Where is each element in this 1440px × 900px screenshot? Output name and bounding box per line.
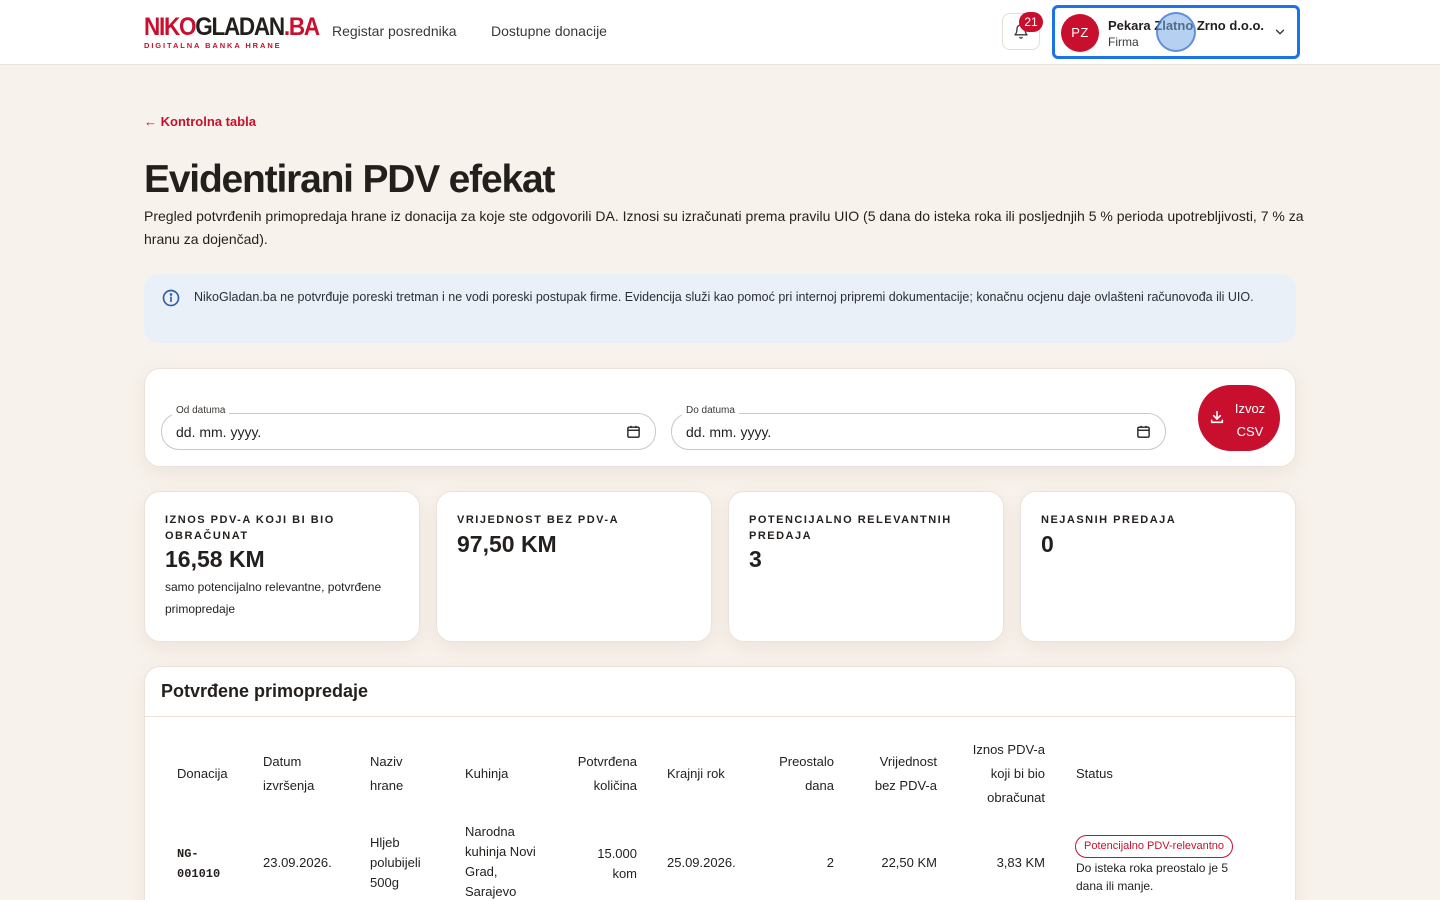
column-header-days-left[interactable]: Preostalo dana (760, 750, 834, 798)
stat-value: 16,58 KM (165, 546, 265, 572)
top-header: NIKOGLADAN.BA DIGITALNA BANKA HRANE Regi… (0, 0, 1440, 65)
cell-food-name: Hljeb polubijeli 500g (370, 835, 421, 890)
cell-kitchen: Narodna kuhinja Novi Grad, Sarajevo (465, 824, 536, 899)
column-header-donation[interactable]: Donacija (177, 762, 228, 786)
avatar: PZ (1061, 14, 1099, 52)
to-date-field[interactable]: Do datuma dd. mm. yyyy. (671, 405, 1166, 450)
logo-part-niko: NIKO (144, 13, 196, 41)
cell-donation-id[interactable]: NG-001010 (177, 844, 237, 884)
user-name: Pekara Zlatno Zrno d.o.o. (1108, 18, 1265, 33)
column-header-date[interactable]: Datum izvršenja (263, 750, 333, 798)
info-icon (162, 289, 180, 307)
to-date-label: Do datuma (682, 405, 739, 416)
page-description: Pregled potvrđenih primopredaja hrane iz… (144, 208, 1304, 247)
download-icon (1210, 410, 1224, 424)
to-date-input[interactable]: dd. mm. yyyy. (686, 424, 1106, 440)
table-title: Potvrđene primopredaje (161, 681, 369, 701)
column-header-deadline[interactable]: Krajnji rok (667, 762, 725, 786)
stat-card-unclear-handovers: Nejasnih predaja 0 (1020, 491, 1296, 642)
stat-note: samo potencijalno relevantne, potvrđene … (165, 580, 382, 616)
calendar-icon[interactable] (1136, 424, 1151, 439)
logo-part-gladan: GLADAN (195, 13, 285, 41)
export-csv-button[interactable]: Izvoz CSV (1198, 385, 1280, 451)
cell-days-left: 2 (826, 855, 834, 870)
logo[interactable]: NIKOGLADAN.BA DIGITALNA BANKA HRANE (144, 13, 338, 51)
logo-part-ba: .BA (283, 13, 320, 41)
from-date-label: Od datuma (172, 405, 230, 416)
page-title: Evidentirani PDV efekat (144, 158, 555, 201)
logo-tagline: DIGITALNA BANKA HRANE (144, 41, 282, 50)
cell-vat: 3,83 KM (996, 855, 1045, 870)
stat-label: Nejasnih predaja (1041, 514, 1177, 526)
stat-label: Potencijalno relevantnih predaja (749, 514, 952, 542)
stat-label: Vrijednost bez PDV-a (457, 514, 620, 526)
column-header-status[interactable]: Status (1076, 762, 1113, 786)
logo-wordmark: NIKOGLADAN.BA (144, 13, 320, 41)
calendar-icon[interactable] (626, 424, 641, 439)
status-badge: Potencijalno PDV-relevantno (1075, 835, 1234, 858)
cell-date: 23.09.2026. (263, 855, 332, 870)
stat-card-value-without-vat: Vrijednost bez PDV-a 97,50 KM (436, 491, 712, 642)
stat-value: 3 (749, 546, 762, 572)
info-text: NikoGladan.ba ne potvrđuje poreski tretm… (194, 290, 1254, 304)
stat-card-relevant-handovers: Potencijalno relevantnih predaja 3 (728, 491, 1004, 642)
status-note: Do isteka roka preostalo je 5 dana ili m… (1076, 861, 1229, 893)
filter-card: Od datuma dd. mm. yyyy. Do datuma dd. mm… (144, 368, 1296, 467)
nav-register-intermediaries[interactable]: Registar posrednika (332, 23, 457, 39)
from-date-input[interactable]: dd. mm. yyyy. (176, 424, 596, 440)
divider (145, 716, 1295, 717)
export-csv-label: Izvoz CSV (1234, 401, 1266, 439)
stat-value: 97,50 KM (457, 531, 557, 557)
chevron-down-icon (1275, 29, 1285, 35)
user-role: Firma (1108, 35, 1139, 49)
user-menu-button[interactable]: PZ Pekara Zlatno Zrno d.o.o. Firma (1052, 5, 1300, 59)
info-notice: NikoGladan.ba ne potvrđuje poreski tretm… (144, 274, 1296, 343)
stat-value: 0 (1041, 531, 1054, 557)
stat-card-vat-amount: Iznos PDV-a koji bi bio obračunat 16,58 … (144, 491, 420, 642)
column-header-value[interactable]: Vrijednost bez PDV-a (863, 750, 937, 798)
nav-available-donations[interactable]: Dostupne donacije (491, 23, 607, 39)
column-header-quantity[interactable]: Potvrđena količina (559, 750, 637, 798)
back-to-dashboard-link[interactable]: ← Kontrolna tabla (144, 114, 256, 129)
column-header-food-name[interactable]: Naziv hrane (370, 750, 420, 798)
stat-label: Iznos PDV-a koji bi bio obračunat (165, 514, 335, 542)
cell-value: 22,50 KM (881, 855, 937, 870)
notification-count-badge: 21 (1019, 12, 1043, 32)
handovers-table-card: Potvrđene primopredaje Donacija Datum iz… (144, 666, 1296, 900)
column-header-vat[interactable]: Iznos PDV-a koji bi bio obračunat (960, 738, 1045, 810)
cell-quantity: 15.000 kom (597, 846, 637, 881)
cell-deadline: 25.09.2026. (667, 855, 736, 870)
from-date-field[interactable]: Od datuma dd. mm. yyyy. (161, 405, 656, 450)
column-header-kitchen[interactable]: Kuhinja (465, 762, 508, 786)
